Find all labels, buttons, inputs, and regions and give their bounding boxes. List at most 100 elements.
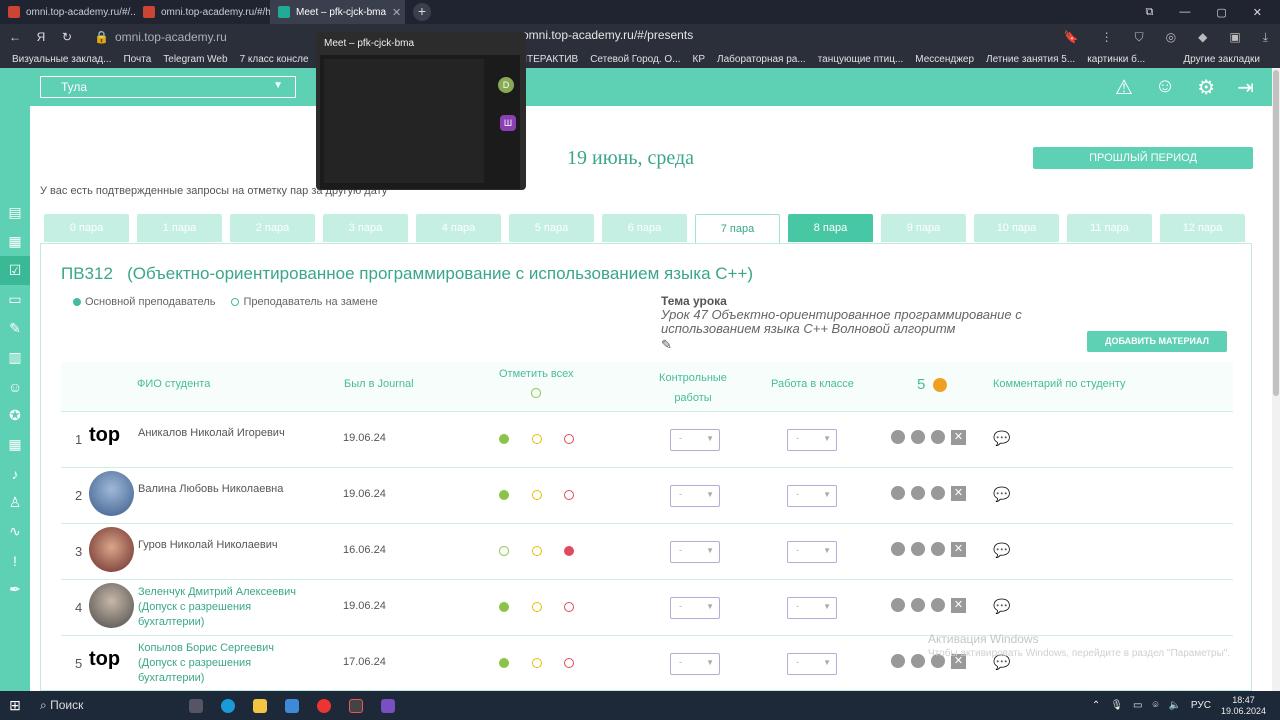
coin-icon[interactable] — [911, 486, 925, 500]
coin-icon[interactable] — [891, 542, 905, 556]
late-radio[interactable] — [532, 546, 542, 556]
monitor-icon[interactable]: ▭ — [0, 285, 30, 314]
late-radio[interactable] — [532, 434, 542, 444]
coin-icon[interactable] — [891, 598, 905, 612]
coin-icon[interactable] — [891, 430, 905, 444]
comment-icon[interactable]: 💬 — [993, 430, 1010, 447]
coin-icon[interactable] — [891, 654, 905, 668]
late-radio[interactable] — [532, 490, 542, 500]
tab-pair-8[interactable]: 8 пара — [788, 214, 873, 242]
comment-icon[interactable]: 💬 — [993, 598, 1010, 615]
test-grade-select[interactable]: - ▼ — [670, 597, 720, 619]
yandex-icon[interactable]: Я — [30, 30, 52, 44]
late-radio[interactable] — [532, 658, 542, 668]
test-grade-select[interactable]: - ▼ — [670, 429, 720, 451]
gear-icon[interactable]: ⚙ — [1197, 75, 1215, 100]
explorer-icon[interactable] — [244, 695, 276, 717]
test-grade-select[interactable]: - ▼ — [670, 541, 720, 563]
present-radio[interactable] — [499, 602, 509, 612]
logout-icon[interactable]: ⇥ — [1237, 75, 1254, 100]
bookmark-item[interactable]: Сетевой Город. О... — [590, 54, 680, 65]
download-icon[interactable]: ⤓ — [1263, 30, 1268, 45]
collections-icon[interactable]: ▣ — [1229, 30, 1240, 45]
absent-radio[interactable] — [564, 434, 574, 444]
coin-icon[interactable] — [911, 654, 925, 668]
new-tab-button[interactable]: + — [413, 3, 431, 21]
close-window-icon[interactable]: ✕ — [1253, 6, 1262, 19]
warning-icon[interactable]: ⚠ — [1115, 75, 1133, 100]
test-grade-select[interactable]: - ▼ — [670, 653, 720, 675]
menu-icon[interactable]: ⋮ — [1101, 30, 1113, 45]
bookmark-item[interactable]: Мессенджер — [915, 54, 974, 65]
tab-1[interactable]: omni.top-academy.ru/#/...✕ — [0, 0, 135, 24]
app-icon[interactable] — [340, 695, 372, 717]
present-radio[interactable] — [499, 658, 509, 668]
tab-pair-7[interactable]: 7 пара — [695, 214, 780, 244]
coin-icon[interactable] — [931, 430, 945, 444]
late-radio[interactable] — [532, 602, 542, 612]
bookmark-item[interactable]: картинки б... — [1087, 54, 1145, 65]
store-icon[interactable] — [276, 695, 308, 717]
classwork-grade-select[interactable]: - ▼ — [787, 429, 837, 451]
battery-icon[interactable]: ▭ — [1133, 700, 1142, 711]
reload-icon[interactable]: ↻ — [56, 30, 78, 44]
coin-icon[interactable] — [891, 486, 905, 500]
tab-pair-12[interactable]: 12 пара — [1160, 214, 1245, 242]
yandex-browser-icon[interactable] — [308, 695, 340, 717]
chevron-up-icon[interactable]: ⌃ — [1092, 700, 1100, 711]
mark-all-radio[interactable] — [531, 388, 541, 398]
tab-pair-10[interactable]: 10 пара — [974, 214, 1059, 242]
clear-icon[interactable]: ✕ — [951, 430, 966, 445]
tab-pair-5[interactable]: 5 пара — [509, 214, 594, 242]
absent-radio[interactable] — [564, 658, 574, 668]
calendar-icon[interactable]: ▦ — [0, 227, 30, 256]
other-bookmarks[interactable]: Другие закладки — [1183, 54, 1280, 65]
tab-pair-4[interactable]: 4 пара — [416, 214, 501, 242]
bookmark-item[interactable]: 7 класс консле — [240, 54, 309, 65]
alert-icon[interactable]: ! — [0, 546, 30, 575]
briefcase-icon[interactable]: ▤ — [0, 198, 30, 227]
document-icon[interactable]: ▥ — [0, 343, 30, 372]
smile-icon[interactable]: ☺ — [1155, 75, 1175, 100]
award-icon[interactable]: ✪ — [0, 401, 30, 430]
coin-icon[interactable] — [911, 542, 925, 556]
attendance-icon[interactable]: ☑ — [0, 256, 30, 285]
clear-icon[interactable]: ✕ — [951, 486, 966, 501]
grid-icon[interactable]: ▦ — [0, 430, 30, 459]
tab-search-icon[interactable]: ⧉ — [1146, 6, 1154, 19]
city-select[interactable]: Тула ▼ — [40, 76, 296, 98]
bookmark-item[interactable]: Почта — [123, 54, 151, 65]
bookmark-item[interactable]: КР — [693, 54, 706, 65]
language-indicator[interactable]: РУС — [1191, 700, 1211, 711]
shield-icon[interactable]: ⛉ — [1135, 30, 1144, 45]
pencil-icon[interactable]: ✎ — [661, 337, 672, 353]
tab-pair-9[interactable]: 9 пара — [881, 214, 966, 242]
present-radio[interactable] — [499, 490, 509, 500]
absent-radio[interactable] — [564, 602, 574, 612]
close-icon[interactable]: ✕ — [392, 6, 401, 19]
clear-icon[interactable]: ✕ — [951, 542, 966, 557]
add-material-button[interactable]: ДОБАВИТЬ МАТЕРИАЛ — [1087, 331, 1227, 352]
comment-icon[interactable]: 💬 — [993, 486, 1010, 503]
bell-icon[interactable]: ♪ — [0, 459, 30, 488]
edit-icon[interactable]: ✎ — [0, 314, 30, 343]
globe-icon[interactable]: ◎ — [1166, 30, 1176, 45]
taskbar-search[interactable]: ⌕ Поиск — [30, 698, 180, 713]
clear-icon[interactable]: ✕ — [951, 598, 966, 613]
feather-icon[interactable]: ✒ — [0, 575, 30, 604]
student-icon[interactable]: ♙ — [0, 488, 30, 517]
classwork-grade-select[interactable]: - ▼ — [787, 597, 837, 619]
bookmark-item[interactable]: танцующие птиц... — [818, 54, 904, 65]
coin-icon[interactable] — [931, 598, 945, 612]
classwork-grade-select[interactable]: - ▼ — [787, 485, 837, 507]
tab-2[interactable]: omni.top-academy.ru/#/h...✕ — [135, 0, 270, 24]
minimize-icon[interactable]: — — [1179, 6, 1190, 19]
classwork-grade-select[interactable]: - ▼ — [787, 653, 837, 675]
back-icon[interactable]: ← — [4, 30, 26, 44]
bookmark-item[interactable]: Лабораторная ра... — [717, 54, 806, 65]
bookmark-item[interactable]: Telegram Web — [163, 54, 227, 65]
visual-studio-icon[interactable] — [372, 695, 404, 717]
tab-pair-3[interactable]: 3 пара — [323, 214, 408, 242]
coin-icon[interactable] — [931, 486, 945, 500]
student-name[interactable]: Зеленчук Дмитрий Алексеевич (Допуск с ра… — [138, 585, 298, 630]
